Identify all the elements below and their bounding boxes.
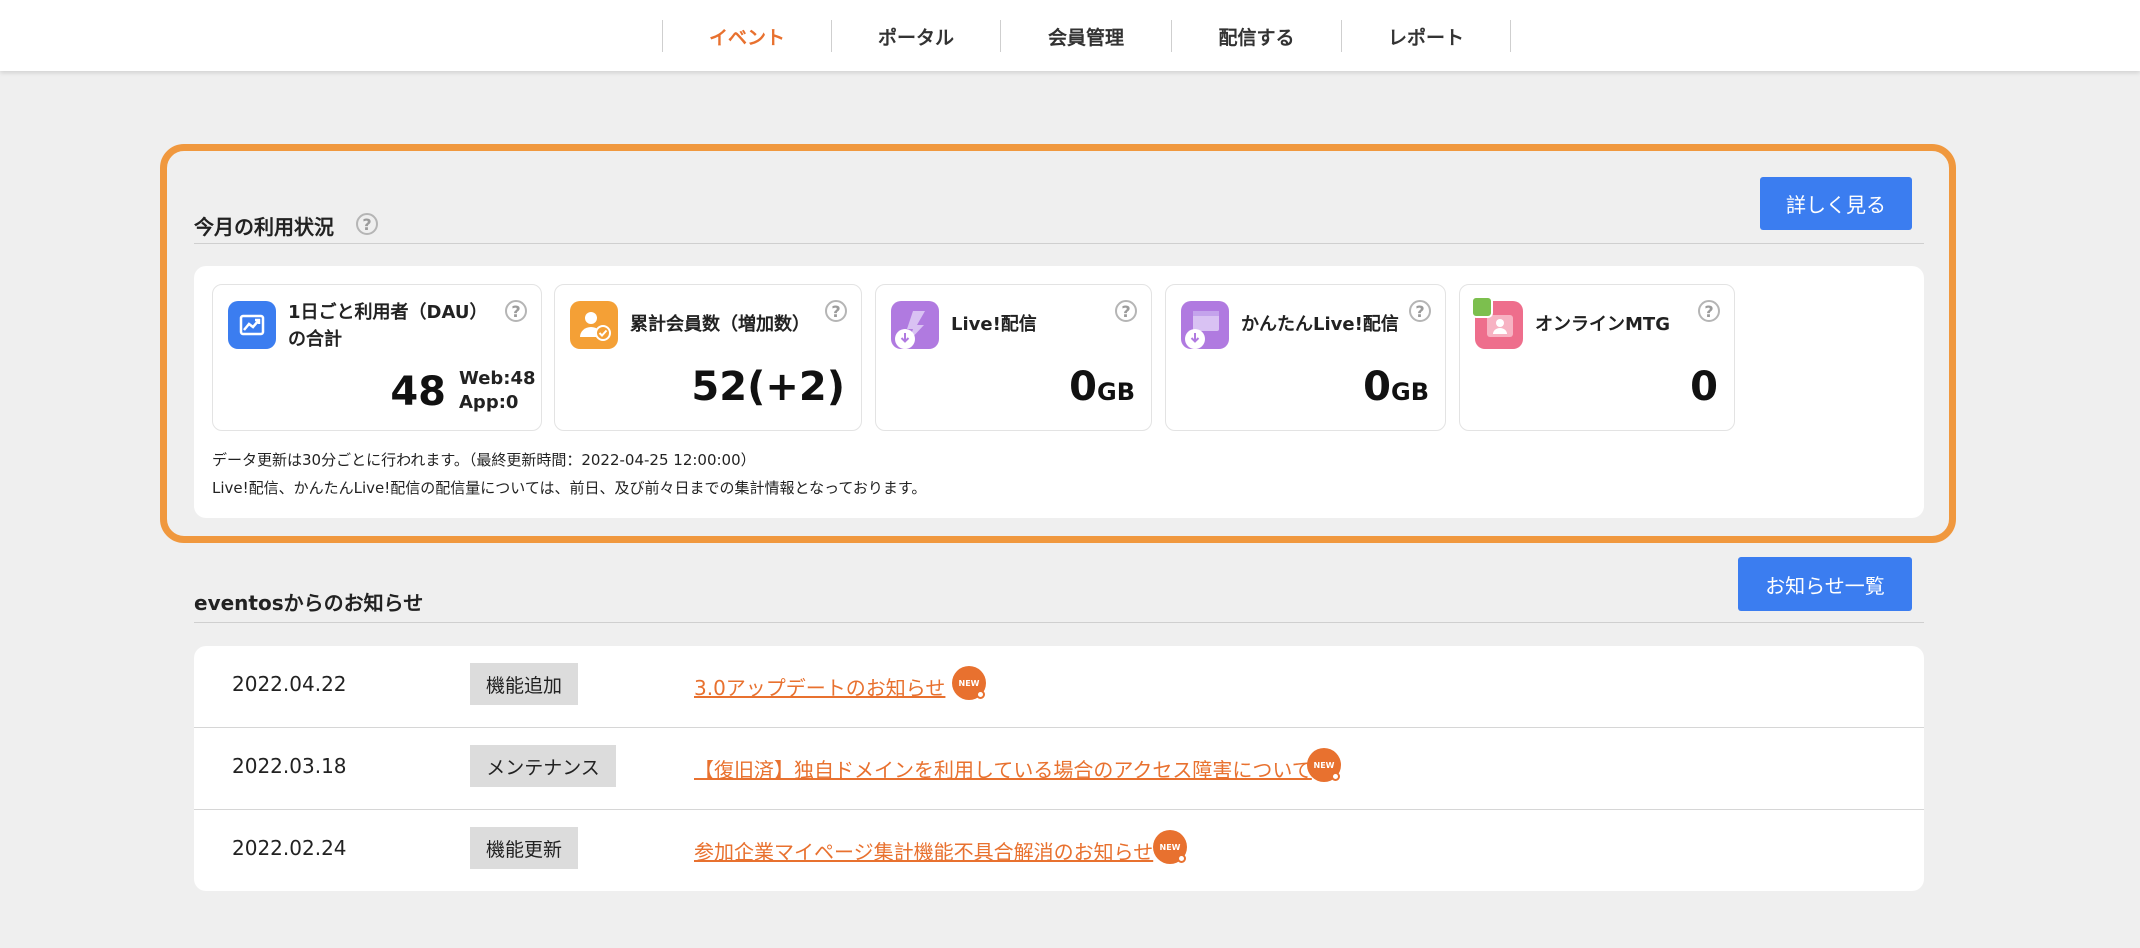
news-list: 2022.04.22 機能追加 3.0アップデートのお知らせ NEW 2022.… bbox=[194, 646, 1924, 891]
chart-icon bbox=[228, 301, 276, 349]
nav-item-distribute[interactable]: 配信する bbox=[1171, 20, 1341, 52]
news-title: eventosからのお知らせ bbox=[194, 591, 424, 615]
news-row: 2022.04.22 機能追加 3.0アップデートのお知らせ NEW bbox=[194, 646, 1924, 728]
news-tag: 機能追加 bbox=[470, 663, 578, 705]
new-badge-icon: NEW bbox=[952, 666, 986, 700]
dau-title-line1: 1日ごと利用者（DAU） bbox=[288, 302, 488, 323]
members-card-title: 累計会員数（増加数） bbox=[630, 314, 810, 335]
easy-live-value-unit: GB bbox=[1391, 378, 1429, 406]
live-icon bbox=[891, 301, 939, 349]
update-note: データ更新は30分ごとに行われます。（最終更新時間：2022-04-25 12:… bbox=[212, 451, 756, 469]
live-value-unit: GB bbox=[1097, 378, 1135, 406]
dau-app: App:0 bbox=[459, 392, 519, 413]
news-link[interactable]: 3.0アップデートのお知らせ bbox=[694, 672, 945, 701]
news-row: 2022.02.24 機能更新 参加企業マイページ集計機能不具合解消のお知らせ … bbox=[194, 809, 1924, 891]
dau-web: Web:48 bbox=[459, 368, 536, 389]
top-navigation-bar: イベント ポータル 会員管理 配信する レポート bbox=[0, 0, 2140, 71]
meeting-help-icon[interactable]: ? bbox=[1698, 300, 1720, 322]
members-card: 累計会員数（増加数） ? 52(+2) bbox=[554, 284, 862, 431]
detail-button[interactable]: 詳しく見る bbox=[1760, 177, 1912, 230]
chat-badge-icon bbox=[1471, 296, 1493, 318]
news-row: 2022.03.18 メンテナンス 【復旧済】独自ドメインを利用している場合のア… bbox=[194, 727, 1924, 810]
news-link[interactable]: 参加企業マイページ集計機能不具合解消のお知らせ bbox=[694, 836, 1153, 865]
dau-card: 1日ごと利用者（DAU） の合計 ? 48 Web:48 App:0 bbox=[212, 284, 542, 431]
news-link[interactable]: 【復旧済】独自ドメインを利用している場合のアクセス障害について bbox=[694, 754, 1312, 783]
main-nav: イベント ポータル 会員管理 配信する レポート bbox=[662, 20, 1511, 52]
nav-item-portal[interactable]: ポータル bbox=[831, 20, 1000, 52]
usage-help-icon[interactable]: ? bbox=[356, 213, 378, 235]
news-tag: メンテナンス bbox=[470, 745, 616, 787]
easy-live-help-icon[interactable]: ? bbox=[1409, 300, 1431, 322]
news-date: 2022.03.18 bbox=[232, 754, 347, 778]
meeting-value: 0 bbox=[1690, 364, 1718, 410]
news-tag: 機能更新 bbox=[470, 827, 578, 869]
dau-title-line2: の合計 bbox=[288, 329, 342, 350]
dau-breakdown: Web:48 App:0 bbox=[459, 367, 536, 415]
live-help-icon[interactable]: ? bbox=[1115, 300, 1137, 322]
easy-live-icon bbox=[1181, 301, 1229, 349]
dau-value: 48 bbox=[390, 369, 446, 415]
meeting-card: オンラインMTG ? 0 bbox=[1459, 284, 1735, 431]
nav-item-members[interactable]: 会員管理 bbox=[1000, 20, 1171, 52]
news-list-button[interactable]: お知らせ一覧 bbox=[1738, 557, 1912, 611]
easy-live-card: かんたんLive!配信 ? 0GB bbox=[1165, 284, 1446, 431]
news-divider bbox=[194, 622, 1924, 623]
easy-live-value-number: 0 bbox=[1363, 364, 1391, 410]
dau-help-icon[interactable]: ? bbox=[505, 300, 527, 322]
usage-divider bbox=[194, 243, 1924, 244]
member-icon bbox=[570, 301, 618, 349]
live-value-number: 0 bbox=[1069, 364, 1097, 410]
dau-card-title: 1日ごと利用者（DAU） の合計 bbox=[288, 299, 487, 353]
members-value: 52(+2) bbox=[691, 364, 845, 410]
live-card-title: Live!配信 bbox=[951, 314, 1037, 335]
easy-live-card-title: かんたんLive!配信 bbox=[1241, 314, 1399, 335]
news-date: 2022.04.22 bbox=[232, 672, 347, 696]
new-badge-icon: NEW bbox=[1153, 830, 1187, 864]
members-help-icon[interactable]: ? bbox=[825, 300, 847, 322]
delivery-note: Live!配信、かんたんLive!配信の配信量については、前日、及び前々日までの… bbox=[212, 479, 927, 497]
live-value: 0GB bbox=[1069, 364, 1135, 410]
meeting-card-title: オンラインMTG bbox=[1535, 314, 1670, 335]
live-card: Live!配信 ? 0GB bbox=[875, 284, 1152, 431]
nav-item-report[interactable]: レポート bbox=[1341, 20, 1511, 52]
nav-item-event[interactable]: イベント bbox=[662, 20, 831, 52]
usage-title: 今月の利用状況 bbox=[194, 215, 334, 239]
new-badge-icon: NEW bbox=[1307, 748, 1341, 782]
news-date: 2022.02.24 bbox=[232, 836, 347, 860]
easy-live-value: 0GB bbox=[1363, 364, 1429, 410]
